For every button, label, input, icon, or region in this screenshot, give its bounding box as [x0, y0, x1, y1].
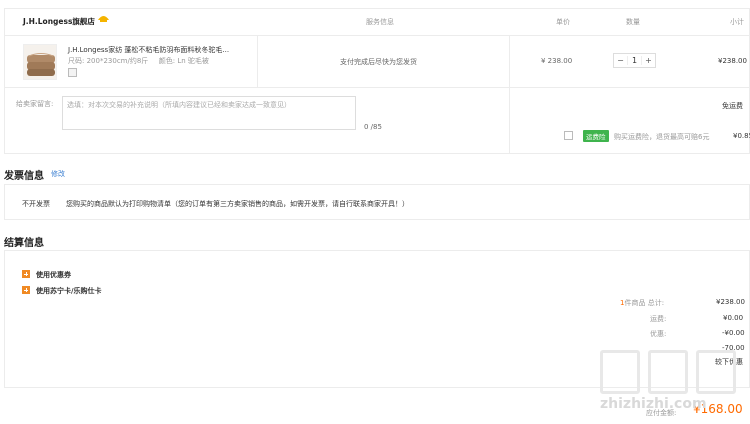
product-thumbnail[interactable]	[23, 44, 57, 80]
invoice-type: 不开发票	[22, 200, 50, 208]
unit-price: ¥ 238.00	[541, 57, 573, 65]
item-count-text: 件商品 总计:	[624, 299, 665, 307]
message-input[interactable]: 选填：对本次交易的补充说明（所填内容建议已经和卖家达成一致意见）	[62, 96, 356, 130]
invoice-title: 发票信息	[4, 171, 44, 182]
item-info-divider	[257, 35, 258, 87]
shipping-label: 运费:	[650, 315, 667, 323]
watermark-glyph-3	[696, 350, 736, 394]
product-attributes: 尺码: 200*230cm/约8斤 颜色: Ln 驼毛被	[68, 56, 209, 66]
shipping-free: 免运费	[722, 102, 743, 110]
discount-label: 优惠:	[650, 330, 667, 338]
insurance-text: 购买运费险，退货最高可赔6元	[614, 133, 710, 141]
item-divider	[4, 87, 750, 88]
settlement-title: 结算信息	[4, 238, 44, 249]
shipping-value: ¥0.00	[723, 314, 744, 322]
watermark-glyph-1	[600, 350, 640, 394]
size-value: 200*230cm/约8斤	[86, 57, 149, 65]
invoice-note: 您购买的商品默认为打印购物清单（您的订单有第三方卖家销售的商品，如需开发票，请自…	[66, 200, 409, 208]
insurance-tag: 运费险	[583, 130, 609, 142]
color-label: 颜色:	[158, 57, 176, 65]
message-counter: 0 /85	[364, 123, 382, 131]
insurance-price: ¥0.85	[733, 132, 750, 140]
col-service-header: 服务信息	[366, 18, 394, 26]
shop-name[interactable]: J.H.Longess旗舰店	[23, 16, 95, 27]
qty-minus-button[interactable]: −	[614, 56, 627, 65]
col-qty-header: 数量	[626, 18, 640, 26]
total-value: ¥238.00	[716, 298, 745, 306]
color-value: Ln 驼毛被	[177, 57, 209, 65]
col-price-header: 单价	[556, 18, 570, 26]
coupon-plus-icon[interactable]	[22, 270, 30, 278]
col-subtotal-header: 小计	[730, 18, 744, 26]
service-divider	[509, 35, 510, 154]
coupon-link[interactable]: 使用优惠券	[36, 270, 71, 280]
qty-plus-button[interactable]: +	[642, 56, 655, 65]
watermark-glyph-2	[648, 350, 688, 394]
product-title[interactable]: J.H.Longess家纺 蓬松不粘毛防羽布面料秋冬驼毛...	[68, 45, 229, 55]
service-tag-icon	[68, 68, 77, 77]
header-divider	[4, 35, 750, 36]
watermark-text: zhizhizhi.com	[600, 396, 707, 412]
size-label: 尺码:	[68, 57, 85, 65]
insurance-checkbox[interactable]	[564, 131, 573, 140]
shop-badge-icon	[97, 13, 110, 24]
message-label: 给卖家留言:	[16, 100, 54, 108]
item-subtotal: ¥238.00	[718, 57, 747, 65]
discount-value: -¥0.00	[722, 329, 745, 337]
qty-value[interactable]: 1	[627, 56, 642, 65]
quantity-stepper[interactable]: − 1 +	[613, 53, 656, 68]
item-count-label: 1件商品 总计:	[620, 298, 664, 308]
invoice-edit-link[interactable]: 修改	[51, 169, 65, 179]
card-plus-icon[interactable]	[22, 286, 30, 294]
service-text: 支付完成后尽快为您发货	[340, 58, 417, 66]
card-link[interactable]: 使用苏宁卡/乐购仕卡	[36, 286, 102, 296]
